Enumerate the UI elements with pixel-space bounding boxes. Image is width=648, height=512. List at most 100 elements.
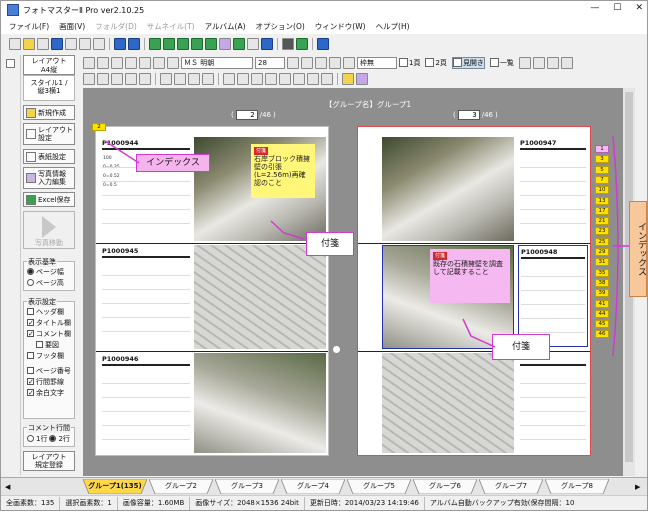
group-tab[interactable]: グループ4 (281, 479, 345, 494)
layout-register-button[interactable]: レイアウト 規定登録 (23, 451, 75, 471)
grid-view-icon[interactable] (149, 37, 161, 50)
layout-settings-button[interactable]: レイアウト 設定 (23, 123, 75, 145)
comment-box-1[interactable]: P1000944 100 0=0.35 0=0.52 0=0.5 (100, 137, 192, 239)
align-left-icon[interactable] (83, 56, 95, 69)
index-tab[interactable]: 10 (595, 186, 609, 195)
grid-view-3-icon[interactable] (177, 37, 189, 50)
index-tab[interactable]: 23 (595, 227, 609, 236)
justify-icon[interactable] (125, 56, 137, 69)
chk-diagram[interactable]: 要図 (24, 339, 74, 350)
layout-a-icon[interactable] (83, 72, 95, 85)
comment-box-6[interactable] (518, 353, 588, 453)
arrow-right-icon[interactable] (128, 37, 140, 50)
menu-option[interactable]: オプション(O) (256, 21, 305, 32)
maximize-icon[interactable]: ☐ (613, 3, 621, 13)
move-photo-button[interactable]: 写真移動 (23, 211, 75, 249)
group-tab[interactable]: グループ2 (149, 479, 213, 494)
radio-off-icon[interactable] (27, 435, 34, 442)
new-file-icon[interactable] (9, 37, 21, 50)
font-name-select[interactable]: ＭＳ 明朝 (181, 56, 253, 69)
cover-settings-button[interactable]: 表紙設定 (23, 149, 75, 164)
help-icon[interactable] (317, 37, 329, 50)
group-tab[interactable]: グループ6 (413, 479, 477, 494)
radio-page-width[interactable]: ページ幅 (24, 266, 74, 277)
panel-toggle-icon[interactable] (6, 59, 15, 68)
open-folder-icon[interactable] (23, 37, 35, 50)
next-page-icon[interactable] (188, 72, 200, 85)
index-tab[interactable]: 41 (595, 299, 609, 308)
copy-icon[interactable] (93, 37, 105, 50)
left-page-input[interactable]: 2 (235, 110, 258, 120)
camera-icon[interactable] (247, 37, 259, 50)
sticky-note-right[interactable]: 付箋 既存の石積擁壁を調査して記載すること (430, 249, 510, 303)
index-tab[interactable]: 39 (595, 289, 609, 298)
first-page-icon[interactable] (160, 72, 172, 85)
tab-scroll-right-icon[interactable]: ▶ (635, 478, 640, 496)
index-tab[interactable]: 29 (595, 248, 609, 256)
radio-page-height[interactable]: ページ高 (24, 277, 74, 288)
menu-view[interactable]: 画面(V) (59, 21, 85, 32)
chk-title[interactable]: ✓ タイトル欄 (24, 317, 74, 328)
globe-icon[interactable] (261, 37, 273, 50)
right-page-input[interactable]: 3 (457, 110, 480, 120)
valign-top-icon[interactable] (139, 56, 151, 69)
menu-album[interactable]: アルバム(A) (205, 21, 246, 32)
index-tab[interactable]: 5 (595, 165, 609, 174)
close-icon[interactable]: ✕ (635, 3, 643, 13)
index-tab[interactable]: 3 (595, 155, 609, 164)
index-tab[interactable]: 45 (595, 320, 609, 329)
index-tab[interactable]: 1 (595, 145, 609, 153)
underline-icon[interactable] (315, 56, 327, 69)
tools-icon[interactable] (282, 37, 294, 50)
bold-icon[interactable] (301, 56, 313, 69)
index-tab[interactable]: 21 (595, 217, 609, 226)
grid-view-6-icon[interactable] (233, 37, 245, 50)
print-icon[interactable] (79, 37, 91, 50)
index-tab[interactable]: 35 (595, 268, 609, 277)
excel-save-button[interactable]: Excel保存 (23, 192, 75, 207)
last-page-icon[interactable] (202, 72, 214, 85)
photo-4[interactable] (382, 137, 514, 241)
font-color-icon[interactable] (329, 56, 341, 69)
chk-page-number[interactable]: ページ番号 (24, 365, 74, 376)
index-tab-left[interactable]: 2 (92, 123, 106, 131)
chk-comment[interactable]: ✓ コメント欄 (24, 328, 74, 339)
align-center-icon[interactable] (97, 56, 109, 69)
chk-header[interactable]: ヘッダ欄 (24, 306, 74, 317)
delete-icon[interactable] (237, 72, 249, 85)
prev-page-icon[interactable] (174, 72, 186, 85)
comment-box-5[interactable]: P1000948 (518, 245, 588, 347)
grid-view-4-icon[interactable] (191, 37, 203, 50)
comment-box-4[interactable]: P1000947 (518, 137, 588, 239)
menu-thumbnail[interactable]: サムネイル(T) (147, 21, 195, 32)
index-tab[interactable]: 17 (595, 206, 609, 215)
view-list-button[interactable]: 一覧 (489, 57, 514, 69)
comment-box-2[interactable]: P1000945 (100, 245, 192, 347)
photo-2[interactable] (194, 245, 326, 349)
photo-6[interactable] (382, 353, 514, 453)
sticky-pink-icon[interactable] (356, 72, 368, 85)
new-create-button[interactable]: 新規作成 (23, 105, 75, 120)
image-icon[interactable] (321, 72, 333, 85)
view-2page-button[interactable]: 2頁 (425, 57, 447, 69)
font-size-select[interactable]: 28 (255, 56, 285, 69)
layout-button[interactable]: レイアウト A4縦 (23, 55, 75, 75)
menu-help[interactable]: ヘルプ(H) (376, 21, 410, 32)
grid-view-2-icon[interactable] (163, 37, 175, 50)
menu-file[interactable]: ファイル(F) (9, 21, 49, 32)
align-right-icon[interactable] (111, 56, 123, 69)
index-tab[interactable]: 13 (595, 196, 609, 205)
menu-folder[interactable]: フォルダ(D) (95, 21, 137, 32)
layout-view-icon[interactable] (219, 37, 231, 50)
tab-scroll-left-icon[interactable]: ◀ (5, 478, 10, 496)
group-tab[interactable]: グループ3 (215, 479, 279, 494)
valign-bottom-icon[interactable] (167, 56, 179, 69)
index-tab[interactable]: 46 (595, 330, 609, 339)
settings-icon[interactable] (296, 37, 308, 50)
print-preview-icon[interactable] (65, 37, 77, 50)
view-1page-button[interactable]: 1頁 (399, 57, 420, 69)
index-tab[interactable]: 44 (595, 309, 609, 318)
chk-footer[interactable]: フッタ欄 (24, 350, 74, 361)
chk-margin-text[interactable]: ✓ 余白文字 (24, 387, 74, 398)
zoom-out-icon[interactable] (532, 56, 545, 69)
